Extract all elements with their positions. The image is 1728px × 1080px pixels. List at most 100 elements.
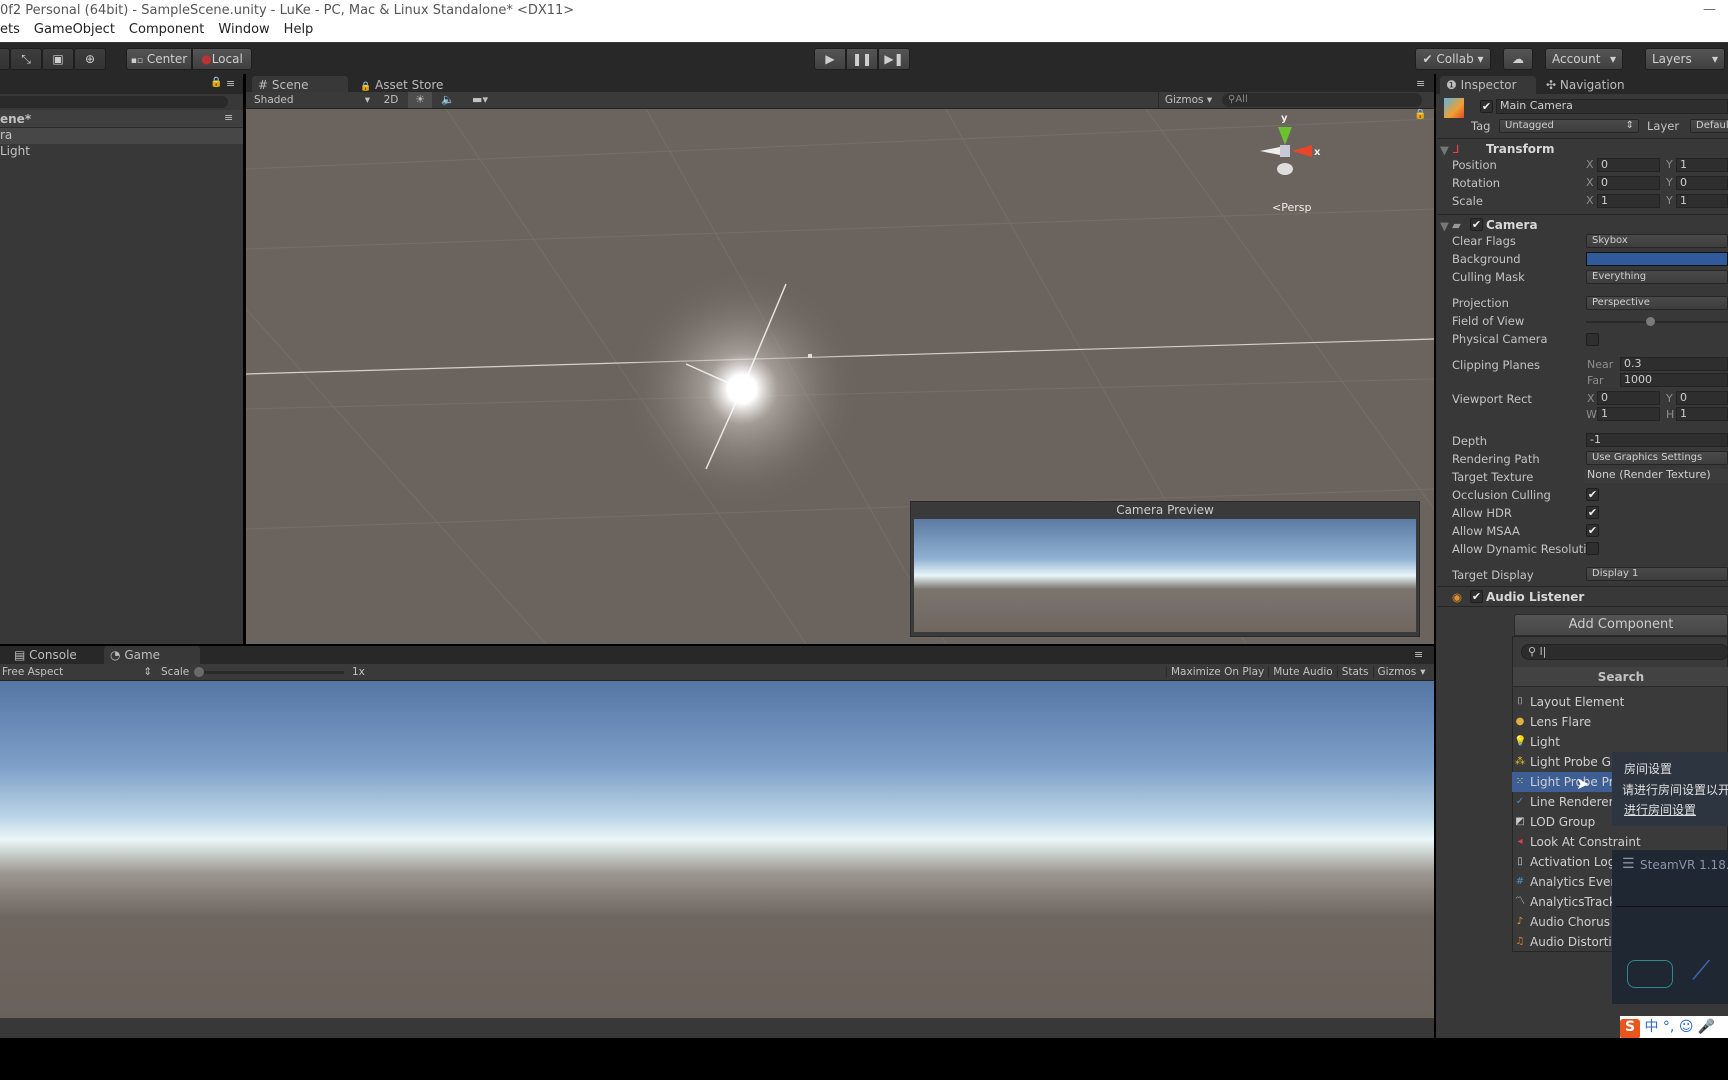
tag-dropdown[interactable]: Untagged ⇕ (1499, 119, 1639, 133)
orientation-gizmo[interactable]: y x <Persp (1246, 109, 1326, 214)
menu-help[interactable]: Help (284, 22, 314, 37)
rotation-x-field[interactable]: 0 (1597, 176, 1660, 190)
depth-field[interactable]: -1 (1586, 433, 1728, 447)
scale-x-field[interactable]: 1 (1597, 194, 1660, 208)
lock-icon[interactable]: 🔒 (210, 77, 222, 88)
rotation-y-field[interactable]: 0 (1676, 176, 1728, 190)
ime-punctuation[interactable]: °, (1663, 1019, 1674, 1035)
allow-dynamic-resolution-checkbox[interactable] (1586, 542, 1599, 555)
room-settings-link[interactable]: 进行房间设置 (1624, 801, 1696, 818)
scene-search-input[interactable]: ⚲All (1222, 93, 1422, 107)
layers-dropdown[interactable]: Layers ▾ (1645, 48, 1725, 70)
tab-game[interactable]: ◔ Game (104, 646, 200, 664)
scale-y-field[interactable]: 1 (1676, 194, 1728, 208)
viewport-x-field[interactable]: 0 (1597, 391, 1660, 405)
cloud-button[interactable]: ☁ (1503, 48, 1533, 70)
viewport-y-field[interactable]: 0 (1676, 391, 1728, 405)
persp-label[interactable]: <Persp (1272, 201, 1311, 214)
audio-toggle[interactable]: 🔈 (436, 92, 460, 108)
component-list-item[interactable]: ⌷ Layout Element (1512, 692, 1728, 712)
gizmos-dropdown[interactable]: Gizmos ▾ (1158, 92, 1218, 108)
menu-gameobject[interactable]: GameObject (34, 22, 115, 37)
pivot-center-button[interactable]: ▪▫ Center (126, 48, 192, 70)
background-color-swatch[interactable] (1586, 252, 1728, 266)
target-texture-field[interactable]: None (Render Texture) (1584, 469, 1728, 483)
position-x-field[interactable]: 0 (1597, 158, 1660, 172)
allow-hdr-checkbox[interactable]: ✔ (1586, 506, 1599, 519)
pivot-local-button[interactable]: ●Local (192, 48, 252, 70)
transform-tool-button[interactable]: ⊕ (74, 48, 106, 70)
account-dropdown[interactable]: Account ▾ (1545, 48, 1623, 70)
2d-toggle[interactable]: 2D (376, 92, 406, 108)
step-button[interactable]: ▶❚ (878, 48, 910, 70)
scene-menu-icon[interactable]: ≡ (224, 111, 233, 124)
near-field[interactable]: 0.3 (1620, 357, 1728, 371)
rect-transform-tool-button[interactable]: ▣ (42, 48, 74, 70)
physical-camera-checkbox[interactable] (1586, 333, 1599, 346)
foldout-arrow-icon[interactable]: ▼ (1440, 219, 1449, 233)
scene-viewport[interactable]: y x <Persp 🔒 Camera Preview (246, 109, 1434, 644)
panel-menu-icon[interactable]: ≡ (1416, 77, 1425, 90)
controller-status-icon[interactable]: ⟋ (1692, 956, 1722, 990)
stats-toggle[interactable]: Stats (1336, 666, 1373, 678)
headset-status-icon[interactable] (1627, 960, 1673, 988)
mute-audio-toggle[interactable]: Mute Audio (1268, 666, 1337, 678)
fov-slider-handle[interactable] (1645, 317, 1655, 326)
hierarchy-item[interactable]: ra (0, 128, 243, 144)
aspect-dropdown[interactable]: Free Aspect ⇕ (2, 664, 152, 680)
viewport-w-field[interactable]: 1 (1597, 407, 1660, 421)
hamburger-menu-icon[interactable]: ☰ (1622, 856, 1635, 872)
scene-header[interactable]: ene* ≡ (0, 110, 243, 128)
game-gizmos-toggle[interactable]: Gizmos (1372, 666, 1421, 678)
foldout-arrow-icon[interactable]: ▼ (1440, 143, 1449, 157)
lighting-toggle[interactable]: ☀ (408, 92, 432, 108)
add-component-button[interactable]: Add Component (1514, 614, 1728, 636)
collab-button[interactable]: ✔ Collab ▾ (1415, 48, 1491, 70)
sogou-logo-icon[interactable]: S (1620, 1019, 1640, 1039)
panel-menu-icon[interactable]: ≡ (1414, 648, 1423, 661)
far-field[interactable]: 1000 (1620, 373, 1728, 387)
audio-listener-checkbox[interactable]: ✔ (1470, 590, 1483, 603)
component-search-input[interactable]: ⚲ l| (1521, 644, 1728, 660)
panel-menu-icon[interactable]: ≡ (226, 77, 235, 90)
object-name-field[interactable]: Main Camera (1496, 99, 1728, 114)
clear-flags-dropdown[interactable]: Skybox (1586, 234, 1728, 248)
microphone-icon[interactable]: 🎤 (1698, 1019, 1715, 1035)
hierarchy-item[interactable]: Light (0, 144, 243, 160)
projection-dropdown[interactable]: Perspective (1586, 296, 1728, 310)
allow-msaa-checkbox[interactable]: ✔ (1586, 524, 1599, 537)
tab-navigation[interactable]: ✣ Navigation (1540, 76, 1640, 94)
target-display-dropdown[interactable]: Display 1 (1586, 567, 1728, 581)
minimize-button[interactable]: — (1703, 2, 1716, 17)
shading-mode-dropdown[interactable]: Shaded ▾ (250, 92, 370, 108)
scale-slider[interactable] (194, 667, 344, 677)
menu-component[interactable]: Component (129, 22, 204, 37)
rendering-path-dropdown[interactable]: Use Graphics Settings (1586, 451, 1728, 465)
emoji-icon[interactable]: ☺ (1679, 1019, 1694, 1035)
scale-slider-handle[interactable] (194, 667, 204, 677)
object-active-checkbox[interactable]: ✔ (1480, 100, 1493, 113)
lock-icon[interactable]: 🔒 (1414, 109, 1426, 120)
play-button[interactable]: ▶ (814, 48, 846, 70)
tab-console[interactable]: ▤ Console (8, 646, 98, 664)
pause-button[interactable]: ❚❚ (846, 48, 878, 70)
viewport-h-field[interactable]: 1 (1676, 407, 1728, 421)
game-viewport[interactable] (0, 681, 1434, 1018)
hierarchy-search[interactable] (0, 96, 228, 108)
component-list-item[interactable]: ● Lens Flare (1512, 712, 1728, 732)
tab-inspector[interactable]: ❶ Inspector (1440, 76, 1536, 94)
effects-dropdown[interactable]: ▬▾ (466, 92, 494, 108)
culling-mask-dropdown[interactable]: Everything (1586, 270, 1728, 284)
layer-dropdown[interactable]: Default (1690, 119, 1728, 133)
component-list-item[interactable]: ◂ Look At Constraint (1512, 832, 1728, 852)
camera-enabled-checkbox[interactable]: ✔ (1470, 218, 1483, 231)
menu-window[interactable]: Window (218, 22, 269, 37)
ime-mode[interactable]: 中 (1644, 1019, 1658, 1035)
component-list-item[interactable]: 💡 Light (1512, 732, 1728, 752)
chevron-down-icon[interactable]: ▾ (1420, 666, 1425, 678)
occlusion-culling-checkbox[interactable]: ✔ (1586, 488, 1599, 501)
fov-slider[interactable] (1586, 317, 1728, 326)
scale-tool-button[interactable]: ⤡ (10, 48, 42, 70)
rect-tool-button[interactable] (0, 48, 10, 70)
menu-assets[interactable]: ets (0, 22, 20, 37)
